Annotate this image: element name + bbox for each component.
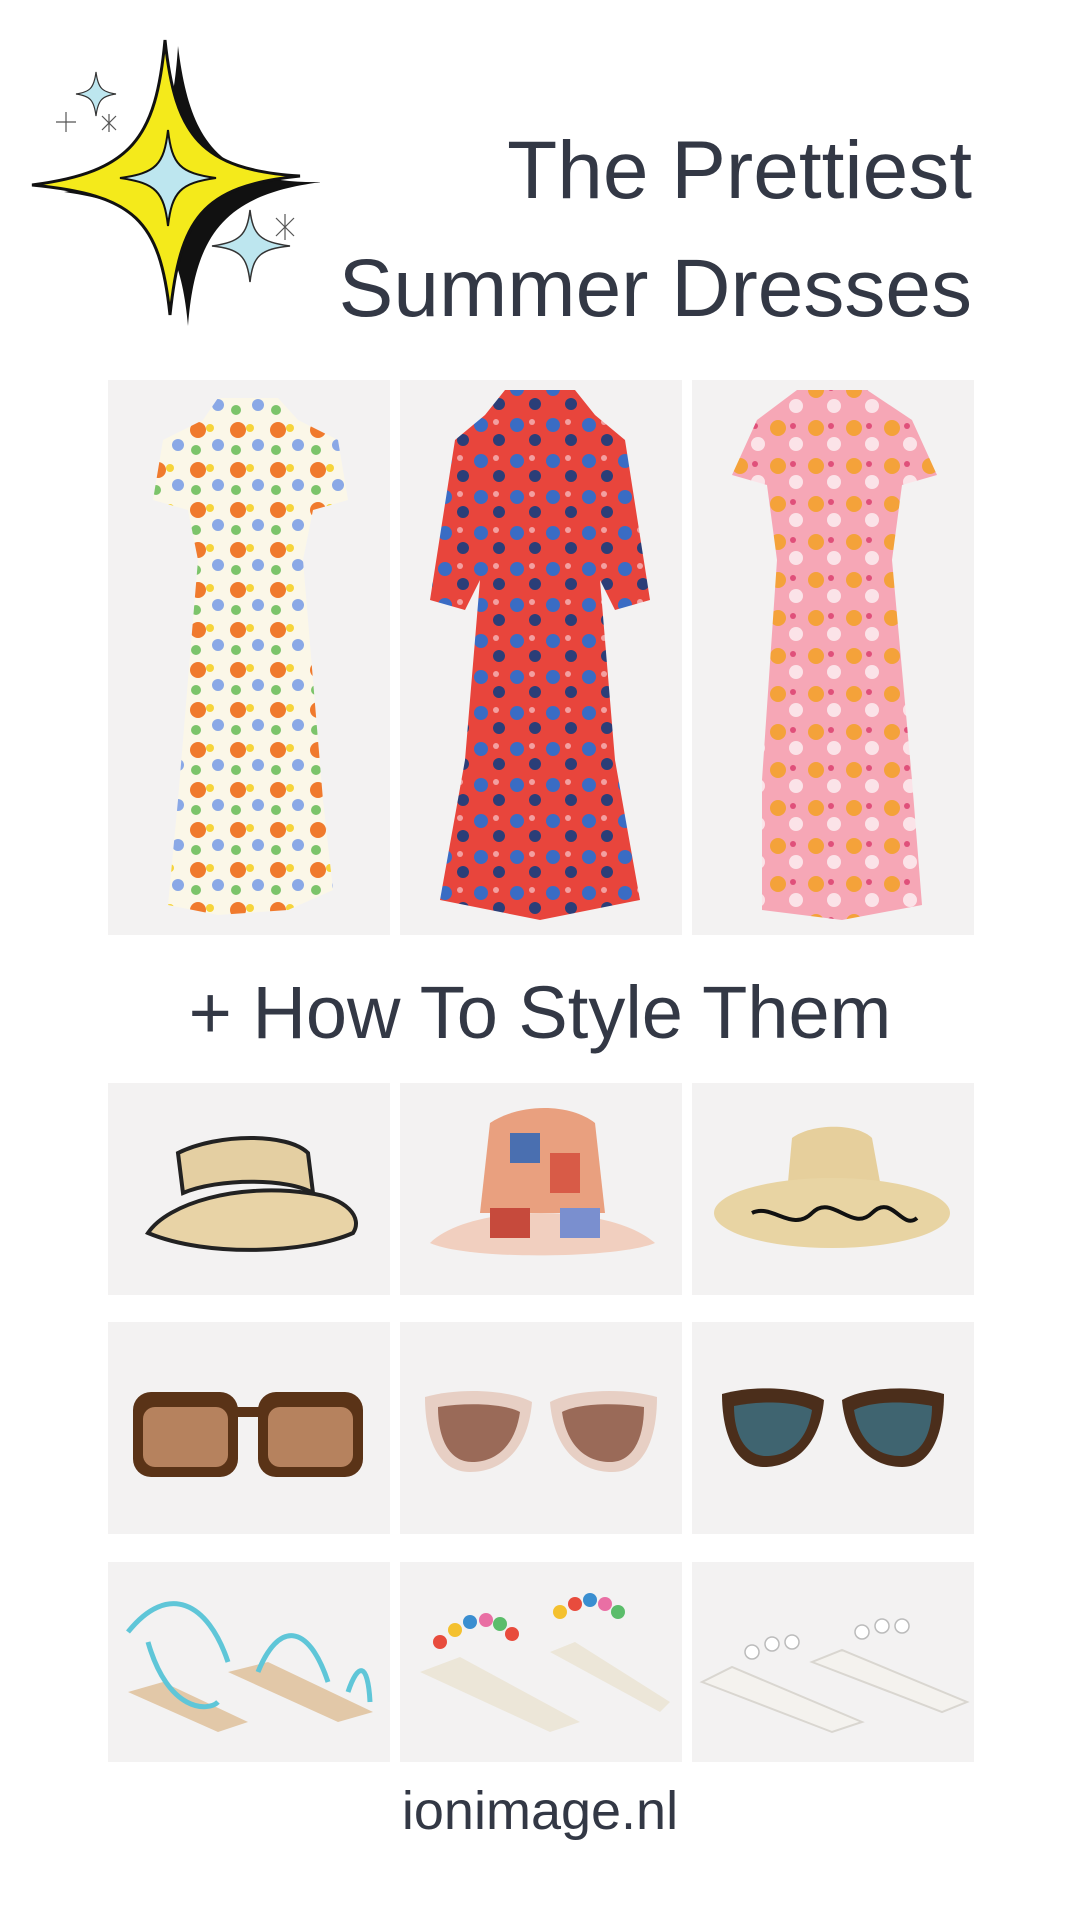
sandals-image-beaded-white [400,1562,682,1762]
sandals-image-blue-crystal [108,1562,390,1762]
dress-image-pink-floral [692,380,974,935]
footer-site-link[interactable]: ionimage.nl [0,1780,1080,1842]
hat-image-patchwork-bucket [400,1083,682,1295]
dress-image-red-blue-tiered [400,380,682,935]
sandals-image-clear-embellished [692,1562,974,1762]
hat-image-straw-visor [108,1083,390,1295]
sunglasses-image-tortoise-cat-eye [692,1322,974,1534]
sunglasses-image-pink-cat-eye [400,1322,682,1534]
hat-image-straw-sun-hat [692,1083,974,1295]
title-line-1: The Prettiest [507,125,972,216]
title-line-2: Summer Dresses [338,243,972,334]
sunglasses-image-tortoise-square [108,1322,390,1534]
section-subheading: + How To Style Them [188,971,892,1054]
sparkle-star-icon [20,30,322,330]
dress-image-floral-wrap [108,380,390,935]
page-title: The Prettiest Summer Dresses [339,112,972,348]
